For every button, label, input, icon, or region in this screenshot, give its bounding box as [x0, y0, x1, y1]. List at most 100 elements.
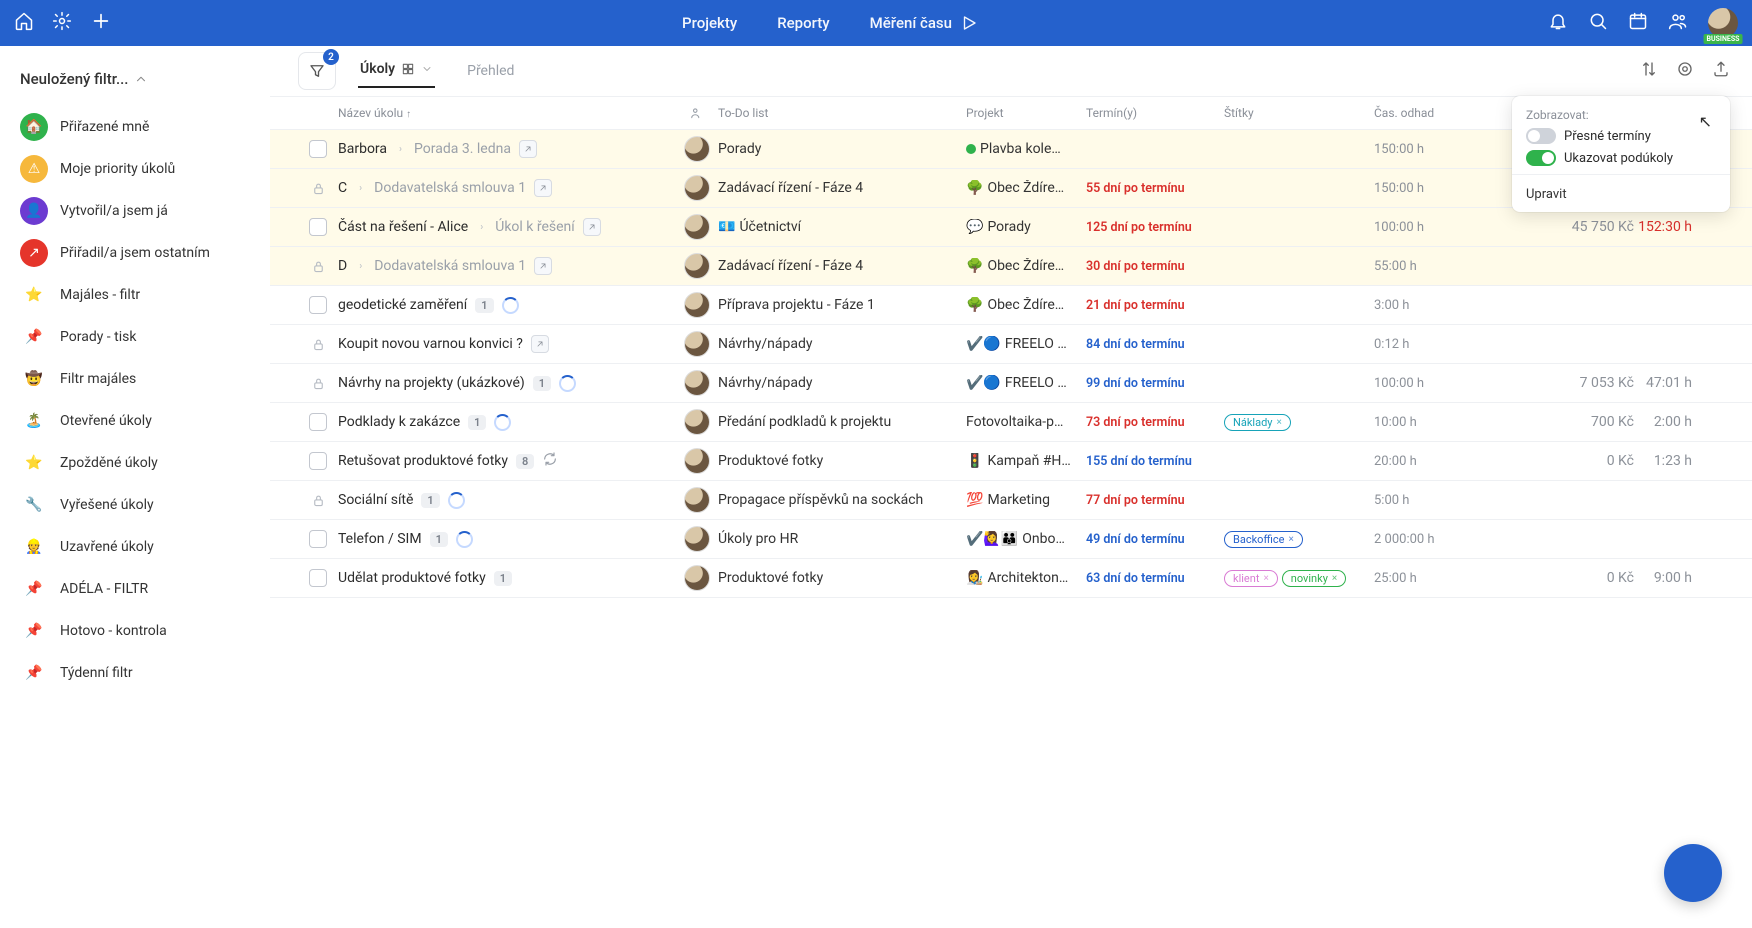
- project[interactable]: 🚦Kampaň #H…: [966, 453, 1086, 469]
- sidebar-item[interactable]: 📌ADÉLA - FILTR: [10, 568, 259, 610]
- sidebar-item[interactable]: 📌Hotovo - kontrola: [10, 610, 259, 652]
- sort-icon[interactable]: [1640, 60, 1658, 82]
- todo-list[interactable]: Produktové fotky: [718, 570, 966, 586]
- assignee-avatar[interactable]: [676, 409, 718, 435]
- tag[interactable]: Backoffice×: [1224, 531, 1303, 548]
- sidebar-item[interactable]: 🏠Přiřazené mně: [10, 106, 259, 148]
- checkbox[interactable]: [298, 413, 338, 431]
- project[interactable]: 🌳Obec Ždíre…: [966, 258, 1086, 274]
- popover-exact-terms[interactable]: Přesné termíny: [1526, 128, 1716, 144]
- task-row[interactable]: Retušovat produktové fotky8 Produktové fo…: [270, 442, 1752, 481]
- todo-list[interactable]: Produktové fotky: [718, 453, 966, 469]
- task-name[interactable]: Barbora›Porada 3. ledna: [338, 140, 676, 158]
- sidebar-item[interactable]: ⭐Majáles - filtr: [10, 274, 259, 316]
- sidebar-item[interactable]: 🤠Filtr majáles: [10, 358, 259, 400]
- assignee-avatar[interactable]: [676, 565, 718, 591]
- project[interactable]: 💬Porady: [966, 219, 1086, 235]
- task-name[interactable]: Část na řešení - Alice›Úkol k řešení: [338, 218, 676, 236]
- sidebar-item[interactable]: 🔧Vyřešené úkoly: [10, 484, 259, 526]
- checkbox[interactable]: [298, 140, 338, 158]
- popout-icon[interactable]: [583, 218, 601, 236]
- tab-overview[interactable]: Přehled: [465, 57, 516, 85]
- task-row[interactable]: Podklady k zakázce1 Předání podkladů k pr…: [270, 403, 1752, 442]
- tag[interactable]: klient×: [1224, 570, 1278, 587]
- checkbox[interactable]: [298, 569, 338, 587]
- header-tags[interactable]: Štítky: [1224, 106, 1374, 120]
- project[interactable]: ✔️🙋‍♀️👪Onbo…: [966, 531, 1086, 547]
- task-row[interactable]: geodetické zaměření1 Příprava projektu - …: [270, 286, 1752, 325]
- checkbox[interactable]: [298, 530, 338, 548]
- sidebar-item[interactable]: ⭐Zpožděné úkoly: [10, 442, 259, 484]
- task-row[interactable]: Část na řešení - Alice›Úkol k řešení 💶Úče…: [270, 208, 1752, 247]
- tag[interactable]: novinky×: [1282, 570, 1346, 587]
- toggle-exact-terms[interactable]: [1526, 128, 1556, 144]
- todo-list[interactable]: Návrhy/nápady: [718, 375, 966, 391]
- header-name[interactable]: Název úkolu: [338, 106, 403, 120]
- task-row[interactable]: Sociální sítě1 Propagace příspěvků na soc…: [270, 481, 1752, 520]
- task-name[interactable]: C›Dodavatelská smlouva 1: [338, 179, 676, 197]
- assignee-avatar[interactable]: [676, 331, 718, 357]
- sidebar-item[interactable]: ⚠Moje priority úkolů: [10, 148, 259, 190]
- gear-icon[interactable]: [52, 11, 72, 35]
- task-row[interactable]: Koupit novou varnou konvici ?Návrhy/nápa…: [270, 325, 1752, 364]
- task-name[interactable]: Retušovat produktové fotky8: [338, 451, 676, 471]
- export-icon[interactable]: [1712, 60, 1730, 82]
- project[interactable]: 👩‍🎨Architekton…: [966, 570, 1086, 586]
- assignee-avatar[interactable]: [676, 292, 718, 318]
- sidebar-item[interactable]: 📌Týdenní filtr: [10, 652, 259, 694]
- people-icon[interactable]: [1668, 11, 1688, 35]
- project[interactable]: 💯Marketing: [966, 492, 1086, 508]
- popover-edit[interactable]: Upravit: [1526, 183, 1716, 202]
- todo-list[interactable]: Příprava projektu - Fáze 1: [718, 297, 966, 313]
- user-avatar[interactable]: BUSINESS: [1708, 8, 1738, 38]
- home-icon[interactable]: [14, 11, 34, 35]
- popout-icon[interactable]: [534, 179, 552, 197]
- project[interactable]: Plavba kole…: [966, 141, 1086, 157]
- project[interactable]: ✔️🔵FREELO …: [966, 375, 1086, 391]
- toggle-show-subtasks[interactable]: [1526, 150, 1556, 166]
- search-icon[interactable]: [1588, 11, 1608, 35]
- todo-list[interactable]: Předání podkladů k projektu: [718, 414, 966, 430]
- assignee-avatar[interactable]: [676, 175, 718, 201]
- assignee-avatar[interactable]: [676, 448, 718, 474]
- header-todo[interactable]: To-Do list: [718, 106, 966, 120]
- bell-icon[interactable]: [1548, 11, 1568, 35]
- todo-list[interactable]: 💶Účetnictví: [718, 219, 966, 235]
- popout-icon[interactable]: [519, 140, 537, 158]
- todo-list[interactable]: Propagace příspěvků na sockách: [718, 492, 966, 508]
- assignee-avatar[interactable]: [676, 370, 718, 396]
- nav-projects[interactable]: Projekty: [682, 14, 737, 32]
- tab-tasks[interactable]: Úkoly: [358, 55, 435, 88]
- todo-list[interactable]: Úkoly pro HR: [718, 531, 966, 547]
- sidebar-item[interactable]: 🏝️Otevřené úkoly: [10, 400, 259, 442]
- task-name[interactable]: Udělat produktové fotky1: [338, 570, 676, 586]
- task-name[interactable]: D›Dodavatelská smlouva 1: [338, 257, 676, 275]
- header-terms[interactable]: Termín(y): [1086, 106, 1224, 120]
- task-name[interactable]: Sociální sítě1: [338, 492, 676, 509]
- task-row[interactable]: Udělat produktové fotky1 Produktové fotky…: [270, 559, 1752, 598]
- assignee-avatar[interactable]: [676, 487, 718, 513]
- todo-list[interactable]: Zadávací řízení - Fáze 4: [718, 180, 966, 196]
- task-name[interactable]: Podklady k zakázce1: [338, 414, 676, 431]
- popout-icon[interactable]: [531, 335, 549, 353]
- settings-view-icon[interactable]: [1676, 60, 1694, 82]
- nav-time[interactable]: Měření času: [870, 14, 978, 32]
- project[interactable]: 🌳Obec Ždíre…: [966, 297, 1086, 313]
- project[interactable]: Fotovoltaika-p…: [966, 414, 1086, 430]
- sidebar-item[interactable]: 👤Vytvořil/a jsem já: [10, 190, 259, 232]
- checkbox[interactable]: [298, 452, 338, 470]
- checkbox[interactable]: [298, 296, 338, 314]
- assignee-avatar[interactable]: [676, 253, 718, 279]
- filter-button[interactable]: 2: [298, 52, 336, 90]
- task-row[interactable]: D›Dodavatelská smlouva 1Zadávací řízení …: [270, 247, 1752, 286]
- assignee-avatar[interactable]: [676, 526, 718, 552]
- task-name[interactable]: Telefon / SIM1: [338, 531, 676, 548]
- header-project[interactable]: Projekt: [966, 106, 1086, 120]
- assignee-avatar[interactable]: [676, 214, 718, 240]
- popover-show-subtasks[interactable]: Ukazovat podúkoly: [1526, 150, 1716, 166]
- todo-list[interactable]: Návrhy/nápady: [718, 336, 966, 352]
- project[interactable]: 🌳Obec Ždíre…: [966, 180, 1086, 196]
- sidebar-item[interactable]: 📌Porady - tisk: [10, 316, 259, 358]
- chat-fab[interactable]: [1664, 844, 1722, 902]
- task-name[interactable]: geodetické zaměření1: [338, 297, 676, 314]
